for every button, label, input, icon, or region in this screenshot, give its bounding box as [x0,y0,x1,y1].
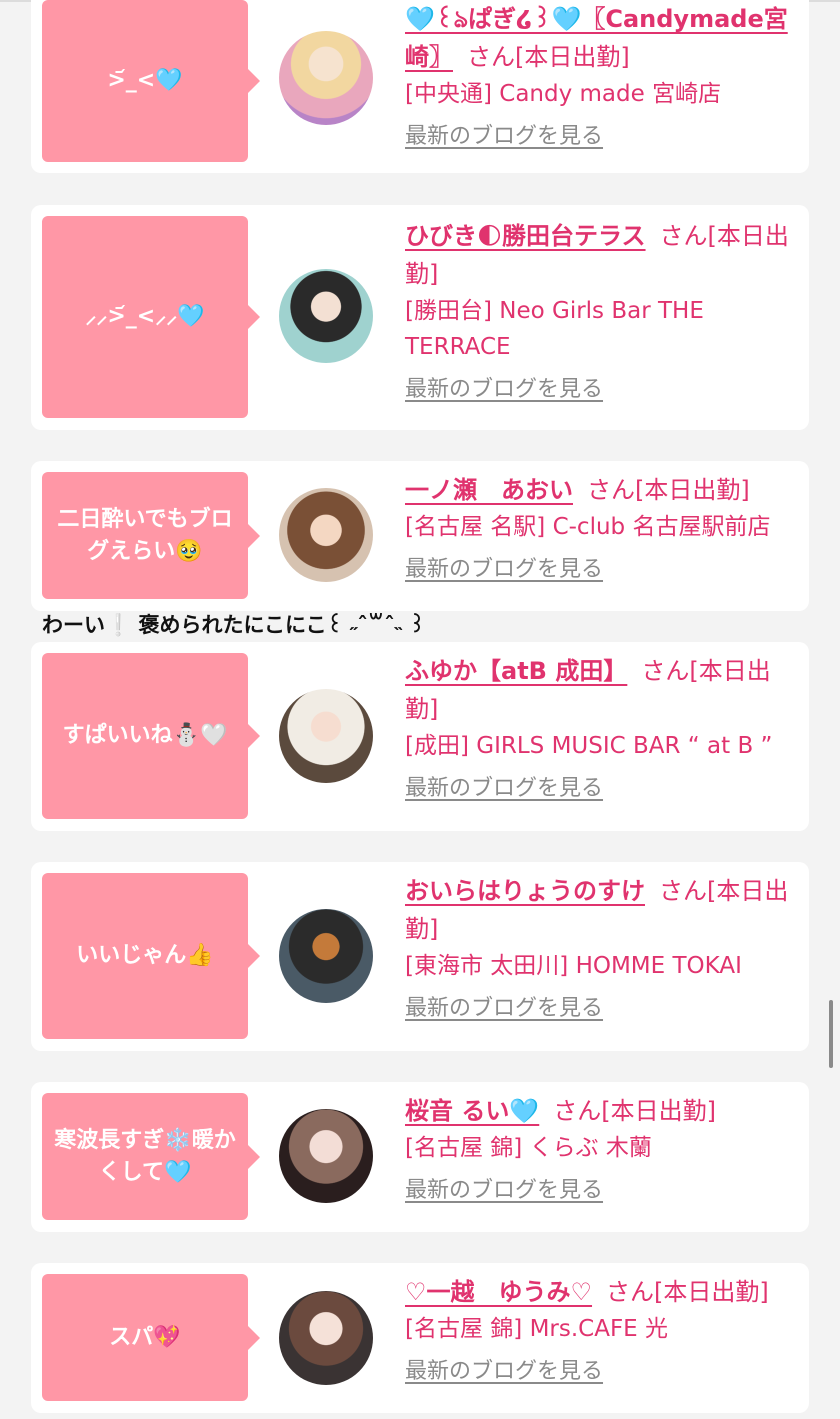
avatar[interactable] [279,1109,373,1203]
latest-blog-link[interactable]: 最新のブログを見る [405,373,603,407]
cast-name-link[interactable]: ひびき🌓勝田台テラス [405,222,646,250]
comment-text: 寒波長すぎ❄️暖かくして🩵 [54,1127,236,1185]
shift-status: さん[本日出勤] [587,476,750,504]
latest-blog-link[interactable]: 最新のブログを見る [405,992,603,1026]
shop-name: [勝田台] Neo Girls Bar THE TERRACE [405,298,704,360]
comment-text: >᷄_<🩵 [107,68,183,93]
post-card: 二日酔いでもブログえらい🥹 一ノ瀬 あおい さん[本日出勤] [名古屋 名駅] C… [31,461,809,611]
comment-bubble: 二日酔いでもブログえらい🥹 [42,472,260,599]
cast-name-link[interactable]: 桜音 るい🩵 [405,1097,539,1125]
post-card: ⸝⸝>᷄_<⸝⸝🩵 ひびき🌓勝田台テラス さん[本日出勤] [勝田台] Neo G… [31,205,809,430]
shop-name: [名古屋 錦] Mrs.CAFE 光 [405,1316,669,1342]
latest-blog-link[interactable]: 最新のブログを見る [405,772,603,806]
latest-blog-link[interactable]: 最新のブログを見る [405,1355,603,1389]
post-card: スパ💖 ♡一越 ゆうみ♡ さん[本日出勤] [名古屋 錦] Mrs.CAFE 光 … [31,1263,809,1413]
cast-name-link[interactable]: おいらはりょうのすけ [405,877,645,905]
comment-text: いいじゃん👍 [76,943,214,968]
comment-text: すぱいいね⛄🤍 [62,723,228,748]
shop-name: [東海市 太田川] HOMME TOKAI [405,953,742,979]
cast-name-link[interactable]: ♡一越 ゆうみ♡ [405,1278,592,1306]
avatar[interactable] [279,488,373,582]
comment-bubble: >᷄_<🩵 [42,0,260,162]
comment-text: スパ💖 [109,1324,181,1350]
avatar[interactable] [279,1291,373,1385]
avatar[interactable] [279,31,373,125]
post-card: いいじゃん👍 おいらはりょうのすけ さん[本日出勤] [東海市 太田川] HOMM… [31,862,809,1051]
post-card: 寒波長すぎ❄️暖かくして🩵 桜音 るい🩵 さん[本日出勤] [名古屋 錦] くらぶ… [31,1082,809,1232]
comment-bubble: ⸝⸝>᷄_<⸝⸝🩵 [42,216,260,418]
post-card: >᷄_<🩵 🩵꒰ঌぱぎ໒꒱🩵〖Candymade宮崎〗 さん[本日出勤] [中央通… [31,0,809,173]
comment-bubble: 寒波長すぎ❄️暖かくして🩵 [42,1093,260,1220]
post-card: すぱいいね⛄🤍 ふゆか【atB 成田】 さん[本日出勤] [成田] GIRLS M… [31,642,809,831]
comment-text: 二日酔いでもブログえらい🥹 [57,506,233,564]
comment-bubble: スパ💖 [42,1274,260,1401]
comment-text: ⸝⸝>᷄_<⸝⸝🩵 [85,304,205,329]
shift-status: さん[本日出勤] [553,1097,716,1125]
shop-name: [成田] GIRLS MUSIC BAR “ at B ” [405,733,773,759]
shop-name: [名古屋 名駅] C-club 名古屋駅前店 [405,514,771,540]
shop-name: [名古屋 錦] くらぶ 木蘭 [405,1135,652,1161]
latest-blog-link[interactable]: 最新のブログを見る [405,1174,603,1208]
avatar[interactable] [279,909,373,1003]
avatar[interactable] [279,269,373,363]
comment-bubble: いいじゃん👍 [42,873,260,1039]
latest-blog-link[interactable]: 最新のブログを見る [405,120,603,154]
scrollbar[interactable] [829,1000,833,1068]
shift-status: さん[本日出勤] [467,43,630,71]
shift-status: さん[本日出勤] [606,1278,769,1306]
cast-name-link[interactable]: ふゆか【atB 成田】 [405,657,627,685]
reply-text: わーい❕ 褒められたにこにこ꒰ ˶ˆ꒳ˆ˵ ꒱ [42,613,426,637]
comment-bubble: すぱいいね⛄🤍 [42,653,260,819]
shop-name: [中央通] Candy made 宮崎店 [405,81,722,107]
avatar[interactable] [279,689,373,783]
latest-blog-link[interactable]: 最新のブログを見る [405,553,603,587]
cast-name-link[interactable]: 一ノ瀬 あおい [405,476,573,504]
